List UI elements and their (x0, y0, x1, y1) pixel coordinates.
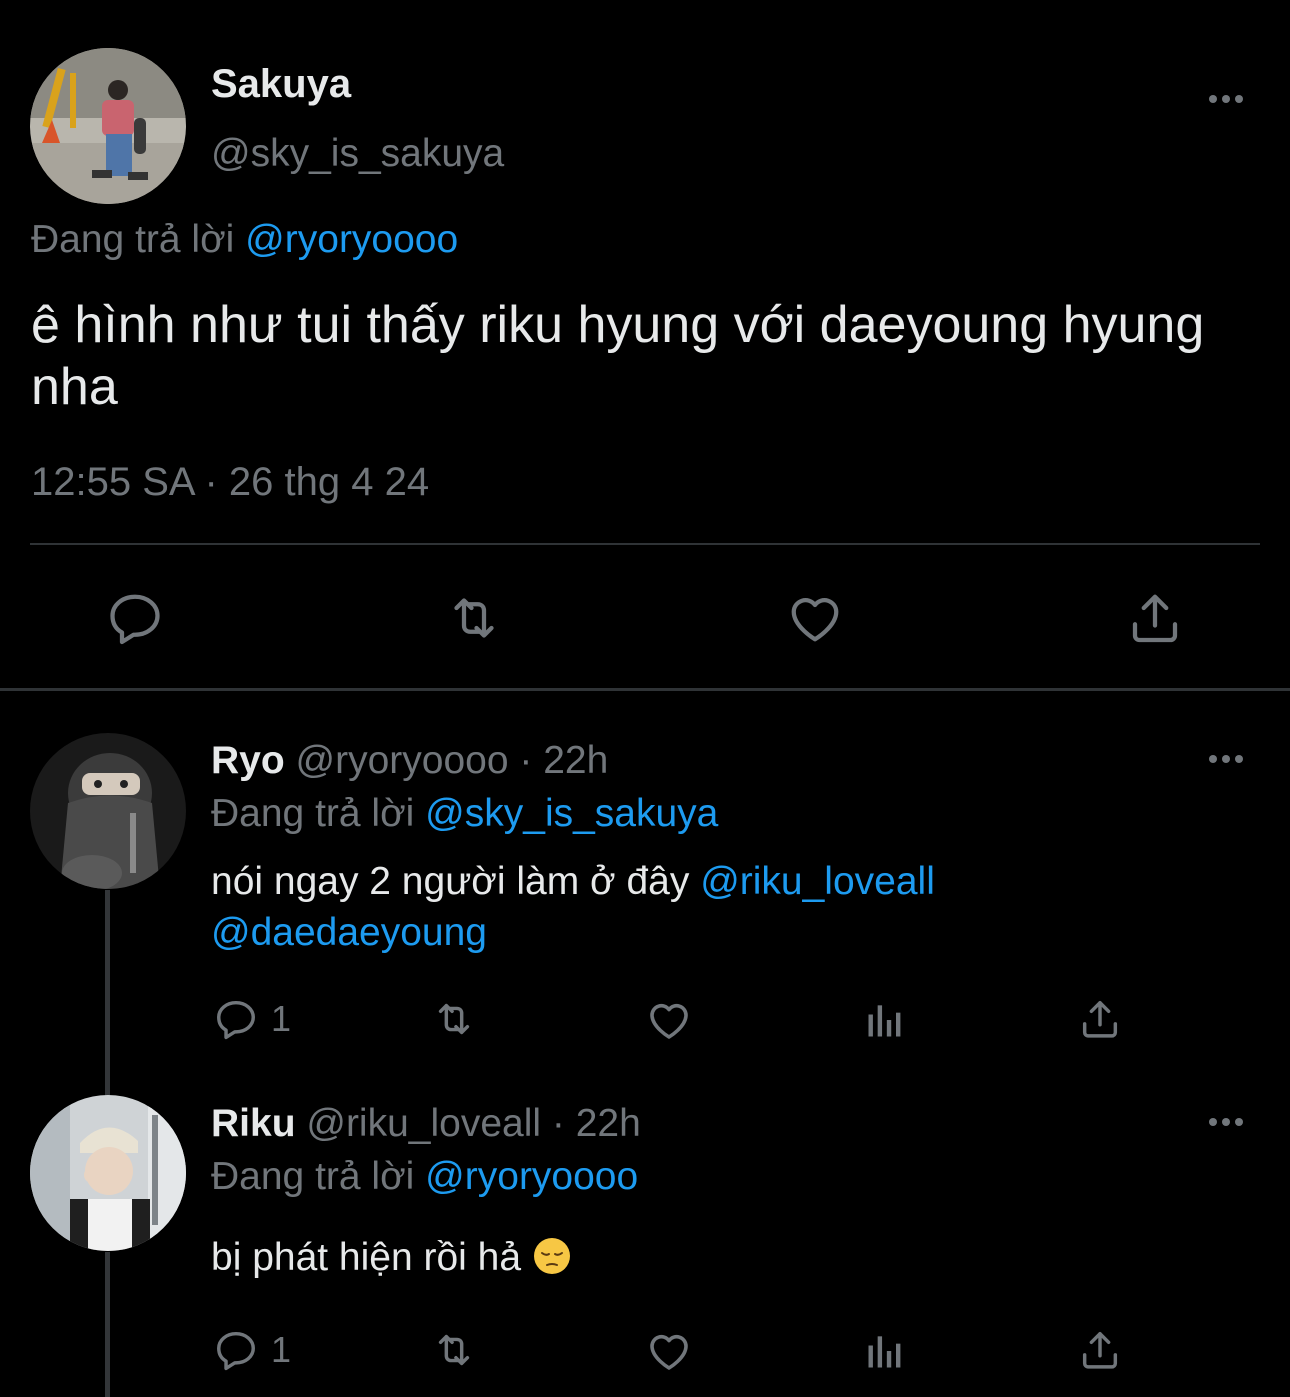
reply-icon (217, 1000, 255, 1040)
share-icon[interactable] (1125, 588, 1185, 648)
reply-text-body: nói ngay 2 người làm ở đây (211, 860, 690, 903)
retweet-icon[interactable] (444, 588, 504, 648)
replying-label: Đang trả lời (31, 218, 235, 261)
reply-icon (217, 1331, 255, 1371)
reply-icon[interactable] (105, 588, 165, 648)
reply-author-handle[interactable]: @ryoryoooo (296, 739, 509, 782)
replying-to: Đang trả lời @ryoryoooo (211, 1155, 638, 1199)
more-icon[interactable] (1209, 755, 1243, 763)
replying-mention[interactable]: @ryoryoooo (425, 1155, 638, 1198)
section-divider (0, 688, 1290, 691)
tweet-thread: Sakuya @sky_is_sakuya Đang trả lời @ryor… (0, 0, 1290, 1397)
mention-link[interactable]: @daedaeyoung (211, 911, 487, 954)
avatar-sakuya[interactable] (30, 48, 186, 204)
tweet-text: ê hình như tui thấy riku hyung với daeyo… (31, 296, 1205, 416)
share-icon[interactable] (1077, 996, 1123, 1042)
avatar-ryo[interactable] (30, 733, 186, 889)
reply-text: nói ngay 2 người làm ở đây @riku_loveall… (211, 856, 1251, 958)
divider (30, 543, 1260, 545)
reply-text: bị phát hiện rồi hả (211, 1232, 1251, 1283)
reply-count: 1 (271, 1329, 292, 1370)
reply-header: Riku @riku_loveall · 22h (211, 1102, 641, 1146)
reply-time[interactable]: · 22h (519, 739, 608, 782)
replying-to: Đang trả lời @ryoryoooo (31, 218, 458, 262)
reply-author-name[interactable]: Ryo (211, 739, 285, 782)
tweet-timestamp[interactable]: 12:55 SA · 26 thg 4 24 (31, 460, 429, 505)
views-icon[interactable] (863, 998, 907, 1042)
like-icon[interactable] (645, 996, 693, 1044)
replying-label: Đang trả lời (211, 1155, 415, 1198)
thread-line (105, 890, 110, 1098)
views-icon[interactable] (863, 1329, 907, 1373)
mention-link[interactable]: @riku_loveall (700, 860, 935, 903)
pensive-face-emoji (533, 1238, 570, 1274)
reply-button[interactable]: 1 (213, 996, 291, 1042)
retweet-icon[interactable] (427, 996, 481, 1042)
replying-to: Đang trả lời @sky_is_sakuya (211, 792, 718, 836)
avatar-riku[interactable] (30, 1095, 186, 1251)
author-handle[interactable]: @sky_is_sakuya (211, 132, 504, 176)
share-icon[interactable] (1077, 1327, 1123, 1373)
reply-header: Ryo @ryoryoooo · 22h (211, 739, 608, 783)
author-name[interactable]: Sakuya (211, 62, 351, 107)
replying-mention[interactable]: @sky_is_sakuya (425, 792, 718, 835)
reply-author-handle[interactable]: @riku_loveall (306, 1102, 541, 1145)
more-icon[interactable] (1209, 95, 1243, 103)
replying-mention[interactable]: @ryoryoooo (245, 218, 458, 261)
reply-count: 1 (271, 998, 292, 1039)
like-icon[interactable] (785, 588, 845, 648)
retweet-icon[interactable] (427, 1327, 481, 1373)
thread-line (105, 1252, 110, 1397)
reply-text-body: bị phát hiện rồi hả (211, 1236, 522, 1279)
more-icon[interactable] (1209, 1118, 1243, 1126)
reply-author-name[interactable]: Riku (211, 1102, 296, 1145)
reply-time[interactable]: · 22h (552, 1102, 641, 1145)
like-icon[interactable] (645, 1327, 693, 1375)
reply-button[interactable]: 1 (213, 1327, 291, 1373)
replying-label: Đang trả lời (211, 792, 415, 835)
